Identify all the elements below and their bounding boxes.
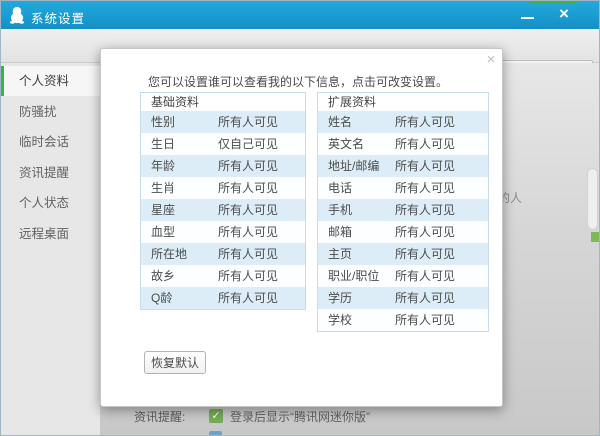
qq-penguin-icon [9, 6, 25, 24]
field-visibility-value[interactable]: 所有人可见 [218, 265, 278, 287]
field-label: 性别 [141, 111, 218, 133]
profile-field-row[interactable]: 主页所有人可见 [318, 243, 488, 265]
field-visibility-value[interactable]: 所有人可见 [218, 199, 278, 221]
profile-field-row[interactable]: 英文名所有人可见 [318, 133, 488, 155]
profile-field-row[interactable]: 职业/职位所有人可见 [318, 265, 488, 287]
field-visibility-value[interactable]: 所有人可见 [395, 309, 455, 331]
field-visibility-value[interactable]: 所有人可见 [218, 243, 278, 265]
profile-field-row[interactable]: 手机所有人可见 [318, 199, 488, 221]
sidebar-item[interactable]: 个人资料 [1, 66, 100, 96]
field-label: 所在地 [141, 243, 218, 265]
field-label: 年龄 [141, 155, 218, 177]
table-title: 扩展资料 [318, 93, 488, 111]
field-label: 职业/职位 [318, 265, 395, 287]
field-visibility-value[interactable]: 所有人可见 [218, 111, 278, 133]
field-label: 地址/邮编 [318, 155, 395, 177]
sidebar-item[interactable]: 防骚扰 [1, 97, 100, 127]
profile-field-row[interactable]: 邮箱所有人可见 [318, 221, 488, 243]
news-reminder-row: 资讯提醒: ✓ 登录后显示“腾讯网迷你版” [134, 408, 370, 424]
dialog-instruction: 您可以设置谁可以查看我的以下信息，点击可改变设置。 [148, 73, 448, 90]
window-title: 系统设置 [31, 8, 85, 27]
privacy-settings-dialog: × 您可以设置谁可以查看我的以下信息，点击可改变设置。 基础资料性别所有人可见生… [100, 48, 503, 407]
profile-field-row[interactable]: Q龄所有人可见 [141, 287, 305, 309]
partial-checkbox [209, 431, 222, 436]
field-visibility-value[interactable]: 所有人可见 [218, 287, 278, 309]
field-visibility-value[interactable]: 仅自己可见 [218, 133, 278, 155]
minimize-icon [521, 17, 534, 19]
sidebar: 个人资料防骚扰临时会话资讯提醒个人状态远程桌面 [1, 63, 100, 436]
title-bar: 系统设置 × [1, 1, 600, 29]
news-reminder-label: 资讯提醒: [134, 408, 209, 425]
profile-field-row[interactable]: 所在地所有人可见 [141, 243, 305, 265]
field-label: 星座 [141, 199, 218, 221]
profile-field-row[interactable]: 生肖所有人可见 [141, 177, 305, 199]
profile-field-row[interactable]: 星座所有人可见 [141, 199, 305, 221]
basic-profile-table: 基础资料性别所有人可见生日仅自己可见年龄所有人可见生肖所有人可见星座所有人可见血… [140, 92, 306, 310]
table-title: 基础资料 [141, 93, 305, 111]
field-visibility-value[interactable]: 所有人可见 [395, 199, 455, 221]
profile-field-row[interactable]: 血型所有人可见 [141, 221, 305, 243]
profile-field-row[interactable]: 故乡所有人可见 [141, 265, 305, 287]
field-label: 血型 [141, 221, 218, 243]
sidebar-item[interactable]: 资讯提醒 [1, 158, 100, 188]
field-visibility-value[interactable]: 所有人可见 [218, 155, 278, 177]
field-visibility-value[interactable]: 所有人可见 [395, 221, 455, 243]
field-label: 生日 [141, 133, 218, 155]
profile-field-row[interactable]: 年龄所有人可见 [141, 155, 305, 177]
profile-field-row[interactable]: 性别所有人可见 [141, 111, 305, 133]
field-label: 学历 [318, 287, 395, 309]
field-label: Q龄 [141, 287, 218, 309]
field-visibility-value[interactable]: 所有人可见 [395, 265, 455, 287]
field-visibility-value[interactable]: 所有人可见 [218, 177, 278, 199]
minimize-button[interactable] [515, 1, 541, 27]
profile-field-row[interactable]: 姓名所有人可见 [318, 111, 488, 133]
field-visibility-value[interactable]: 所有人可见 [395, 287, 455, 309]
news-checkbox[interactable]: ✓ [209, 409, 223, 423]
restore-defaults-button[interactable]: 恢复默认 [144, 351, 206, 374]
field-visibility-value[interactable]: 所有人可见 [395, 111, 455, 133]
field-visibility-value[interactable]: 所有人可见 [218, 221, 278, 243]
field-visibility-value[interactable]: 所有人可见 [395, 243, 455, 265]
close-button[interactable]: × [551, 1, 577, 27]
green-artifact [591, 232, 600, 242]
profile-field-row[interactable]: 学历所有人可见 [318, 287, 488, 309]
sidebar-item[interactable]: 临时会话 [1, 127, 100, 157]
field-label: 故乡 [141, 265, 218, 287]
profile-field-row[interactable]: 生日仅自己可见 [141, 133, 305, 155]
field-label: 电话 [318, 177, 395, 199]
dialog-close-icon[interactable]: × [482, 51, 500, 69]
news-option-label: 登录后显示“腾讯网迷你版” [230, 408, 370, 425]
field-label: 手机 [318, 199, 395, 221]
field-label: 邮箱 [318, 221, 395, 243]
field-visibility-value[interactable]: 所有人可见 [395, 133, 455, 155]
field-visibility-value[interactable]: 所有人可见 [395, 155, 455, 177]
field-label: 学校 [318, 309, 395, 331]
sidebar-item[interactable]: 远程桌面 [1, 219, 100, 249]
scrollbar-thumb[interactable] [587, 168, 598, 230]
profile-field-row[interactable]: 电话所有人可见 [318, 177, 488, 199]
field-label: 英文名 [318, 133, 395, 155]
settings-window: 系统设置 × 基本设置 安全设置 权限设置 搜索设置项 [0, 0, 600, 436]
field-label: 姓名 [318, 111, 395, 133]
field-label: 生肖 [141, 177, 218, 199]
sidebar-item[interactable]: 个人状态 [1, 188, 100, 218]
field-label: 主页 [318, 243, 395, 265]
extended-profile-table: 扩展资料姓名所有人可见英文名所有人可见地址/邮编所有人可见电话所有人可见手机所有… [317, 92, 489, 332]
profile-field-row[interactable]: 地址/邮编所有人可见 [318, 155, 488, 177]
profile-field-row[interactable]: 学校所有人可见 [318, 309, 488, 331]
field-visibility-value[interactable]: 所有人可见 [395, 177, 455, 199]
